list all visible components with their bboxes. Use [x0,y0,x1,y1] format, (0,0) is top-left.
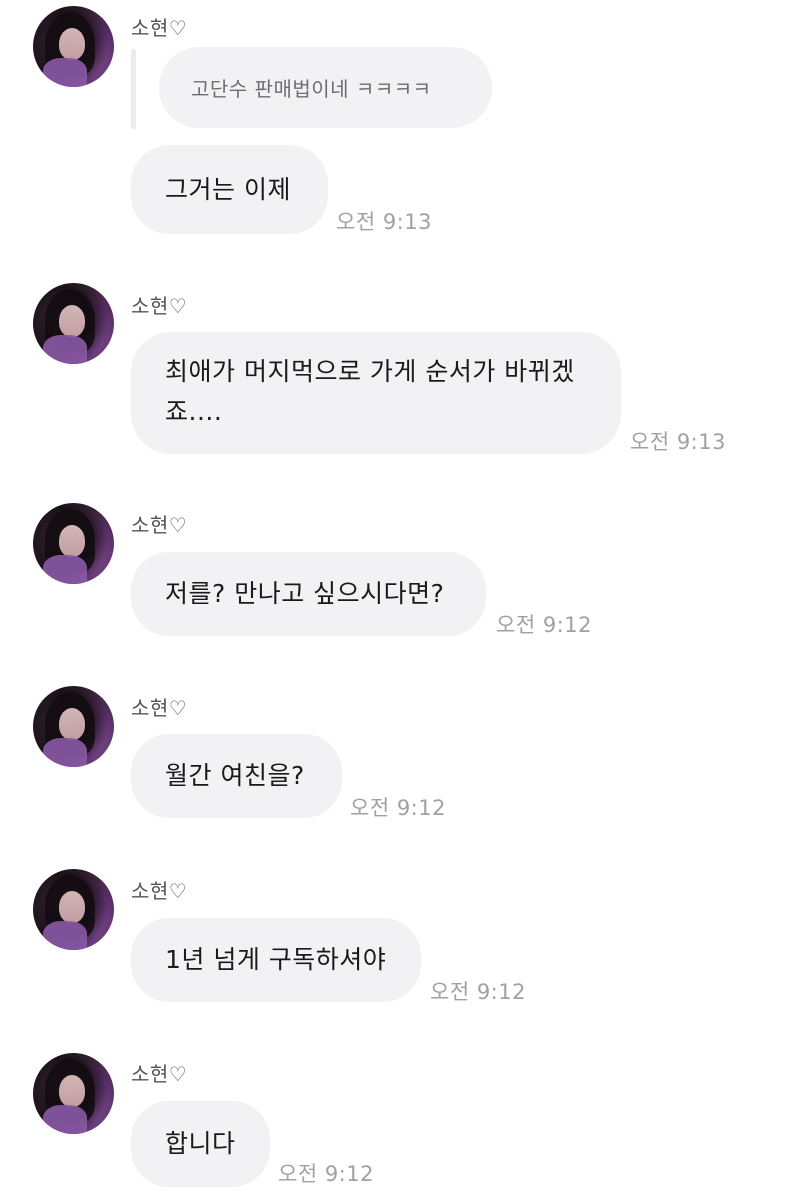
avatar-face [59,305,85,337]
message-timestamp: 오전 9:12 [350,796,446,820]
message-bubble[interactable]: 최애가 머지먹으로 가게 순서가 바뀌겠 죠.... [131,332,621,454]
message-timestamp: 오전 9:13 [336,210,432,234]
reply-indicator-bar [131,49,136,129]
message-timestamp: 오전 9:12 [278,1162,374,1186]
avatar-sleeve [43,335,87,364]
message-bubble[interactable]: 월간 여친을? [131,734,342,818]
message-bubble[interactable]: 1년 넘게 구독하셔야 [131,918,421,1002]
avatar-face [59,891,85,923]
avatar-sleeve [43,1105,87,1134]
avatar[interactable] [33,503,114,584]
sender-name: 소현♡ [131,294,188,318]
quoted-message[interactable]: 고단수 판매법이네 ㅋㅋㅋㅋ [159,47,492,128]
message-text-line1: 최애가 머지먹으로 가게 순서가 바뀌겠 [165,357,575,386]
avatar-sleeve [43,921,87,950]
message-text-line2: 죠.... [165,397,223,426]
message-timestamp: 오전 9:13 [630,430,726,454]
message-bubble[interactable]: 합니다 [131,1101,270,1187]
avatar-face [59,1075,85,1107]
sender-name: 소현♡ [131,696,188,720]
sender-name: 소현♡ [131,1062,188,1086]
sender-name: 소현♡ [131,879,188,903]
avatar-face [59,525,85,557]
avatar[interactable] [33,869,114,950]
avatar[interactable] [33,283,114,364]
message-text: 합니다 [165,1129,236,1158]
avatar-sleeve [43,738,87,767]
avatar-sleeve [43,58,87,87]
quoted-message-text: 고단수 판매법이네 ㅋㅋㅋㅋ [191,77,432,101]
message-bubble[interactable]: 그거는 이제 [131,145,328,234]
avatar-face [59,28,85,60]
avatar-sleeve [43,555,87,584]
avatar[interactable] [33,6,114,87]
avatar[interactable] [33,686,114,767]
message-timestamp: 오전 9:12 [496,613,592,637]
avatar-face [59,708,85,740]
message-timestamp: 오전 9:12 [430,980,526,1004]
message-text: 그거는 이제 [165,174,291,204]
message-text: 월간 여친을? [165,761,305,790]
message-text: 저를? 만나고 싶으시다면? [165,579,445,608]
sender-name: 소현♡ [131,513,188,537]
message-bubble[interactable]: 저를? 만나고 싶으시다면? [131,552,486,636]
message-text: 1년 넘게 구독하셔야 [165,945,387,974]
avatar[interactable] [33,1053,114,1134]
sender-name: 소현♡ [131,16,188,40]
